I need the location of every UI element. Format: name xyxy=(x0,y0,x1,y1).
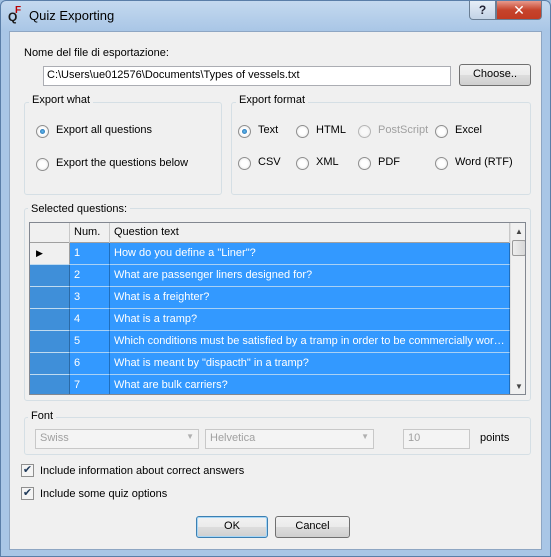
export-what-title: Export what xyxy=(29,94,94,106)
cell-question-text[interactable]: What is meant by "dispacth" in a tramp? xyxy=(110,353,510,375)
row-header[interactable] xyxy=(30,353,70,375)
cell-num[interactable]: 6 xyxy=(70,353,110,375)
include-quiz-options-checkbox[interactable]: ✔ xyxy=(21,487,34,500)
row-header[interactable] xyxy=(30,309,70,331)
export-all-radio[interactable] xyxy=(36,125,49,138)
current-row-marker-icon: ▶ xyxy=(36,248,43,258)
row-header[interactable]: ▶ xyxy=(30,243,70,265)
export-all-label[interactable]: Export all questions xyxy=(56,124,152,136)
grid-corner-cell xyxy=(30,223,70,243)
font-face-value: Helvetica xyxy=(210,432,256,444)
format-xml-label[interactable]: XML xyxy=(316,156,339,168)
cell-question-text[interactable]: What is a freighter? xyxy=(110,287,510,309)
include-correct-answers-checkbox[interactable]: ✔ xyxy=(21,464,34,477)
cell-num[interactable]: 1 xyxy=(70,243,110,265)
font-family-value: Swiss xyxy=(40,432,69,444)
cell-question-text[interactable]: What is a tramp? xyxy=(110,309,510,331)
table-row[interactable]: 3 What is a freighter? xyxy=(30,287,510,309)
row-header[interactable] xyxy=(30,287,70,309)
cell-num[interactable]: 2 xyxy=(70,265,110,287)
table-row[interactable]: 7 What are bulk carriers? xyxy=(30,375,510,394)
format-csv-label[interactable]: CSV xyxy=(258,156,281,168)
table-row[interactable]: 6 What is meant by "dispacth" in a tramp… xyxy=(30,353,510,375)
cell-num[interactable]: 4 xyxy=(70,309,110,331)
choose-file-button[interactable]: Choose.. xyxy=(459,64,531,86)
cell-question-text[interactable]: What are bulk carriers? xyxy=(110,375,510,394)
grid-header: Num. Question text xyxy=(30,223,510,243)
cell-question-text[interactable]: Which conditions must be satisfied by a … xyxy=(110,331,510,353)
close-button[interactable]: ✕ xyxy=(496,1,542,20)
format-postscript-label: PostScript xyxy=(378,124,429,136)
table-row[interactable]: 4 What is a tramp? xyxy=(30,309,510,331)
column-header-num[interactable]: Num. xyxy=(70,223,110,243)
row-header[interactable] xyxy=(30,265,70,287)
font-family-combo: Swiss ▼ xyxy=(35,429,199,449)
quiz-exporting-window: Q F Quiz Exporting ? ✕ Nome del file di … xyxy=(0,0,551,557)
table-row[interactable]: ▶ 1 How do you define a "Liner"? xyxy=(30,243,510,265)
questions-grid[interactable]: Num. Question text ▶ 1 How do you define… xyxy=(29,222,526,395)
format-csv-radio[interactable] xyxy=(238,157,251,170)
table-row[interactable]: 2 What are passenger liners designed for… xyxy=(30,265,510,287)
scroll-up-arrow-icon[interactable]: ▲ xyxy=(511,223,525,240)
title-bar[interactable]: Q F Quiz Exporting ? ✕ xyxy=(1,1,550,31)
export-format-group xyxy=(231,102,531,195)
scroll-down-arrow-icon[interactable]: ▼ xyxy=(511,378,525,394)
app-icon-letter-f: F xyxy=(15,5,22,16)
column-header-question-text[interactable]: Question text xyxy=(110,223,510,243)
cell-num[interactable]: 7 xyxy=(70,375,110,394)
format-xml-radio[interactable] xyxy=(296,157,309,170)
format-text-radio[interactable] xyxy=(238,125,251,138)
chevron-down-icon: ▼ xyxy=(186,432,194,441)
questions-vertical-scrollbar[interactable]: ▲ ▼ xyxy=(510,223,525,394)
cell-question-text[interactable]: What are passenger liners designed for? xyxy=(110,265,510,287)
format-html-label[interactable]: HTML xyxy=(316,124,346,136)
format-excel-label[interactable]: Excel xyxy=(455,124,482,136)
format-pdf-label[interactable]: PDF xyxy=(378,156,400,168)
export-selected-label[interactable]: Export the questions below xyxy=(56,157,188,169)
row-header[interactable] xyxy=(30,375,70,394)
font-size-unit-label: points xyxy=(480,432,510,444)
format-pdf-radio[interactable] xyxy=(358,157,371,170)
row-header[interactable] xyxy=(30,331,70,353)
cell-num[interactable]: 3 xyxy=(70,287,110,309)
format-postscript-radio xyxy=(358,125,371,138)
include-correct-answers-label[interactable]: Include information about correct answer… xyxy=(40,465,244,477)
app-icon: Q F xyxy=(8,6,24,24)
include-quiz-options-label[interactable]: Include some quiz options xyxy=(40,488,167,500)
format-word-rtf-label[interactable]: Word (RTF) xyxy=(455,156,513,168)
selected-questions-title: Selected questions: xyxy=(28,203,131,215)
format-excel-radio[interactable] xyxy=(435,125,448,138)
format-text-label[interactable]: Text xyxy=(258,124,278,136)
file-path-input[interactable]: C:\Users\ue012576\Documents\Types of ves… xyxy=(43,66,451,86)
font-face-combo: Helvetica ▼ xyxy=(205,429,374,449)
font-size-field: 10 xyxy=(403,429,470,449)
file-name-label: Nome del file di esportazione: xyxy=(24,47,169,59)
table-row[interactable]: 5 Which conditions must be satisfied by … xyxy=(30,331,510,353)
export-what-group xyxy=(24,102,222,195)
format-html-radio[interactable] xyxy=(296,125,309,138)
scroll-thumb[interactable] xyxy=(512,240,525,256)
export-selected-radio[interactable] xyxy=(36,158,49,171)
chevron-down-icon: ▼ xyxy=(361,432,369,441)
cell-question-text[interactable]: How do you define a "Liner"? xyxy=(110,243,510,265)
window-title: Quiz Exporting xyxy=(29,8,115,23)
cell-num[interactable]: 5 xyxy=(70,331,110,353)
cancel-button[interactable]: Cancel xyxy=(275,516,350,538)
help-button[interactable]: ? xyxy=(469,1,496,20)
font-title: Font xyxy=(28,410,57,422)
ok-button[interactable]: OK xyxy=(196,516,268,538)
dialog-client-area: Nome del file di esportazione: C:\Users\… xyxy=(9,31,542,550)
export-format-title: Export format xyxy=(236,94,309,106)
format-word-rtf-radio[interactable] xyxy=(435,157,448,170)
